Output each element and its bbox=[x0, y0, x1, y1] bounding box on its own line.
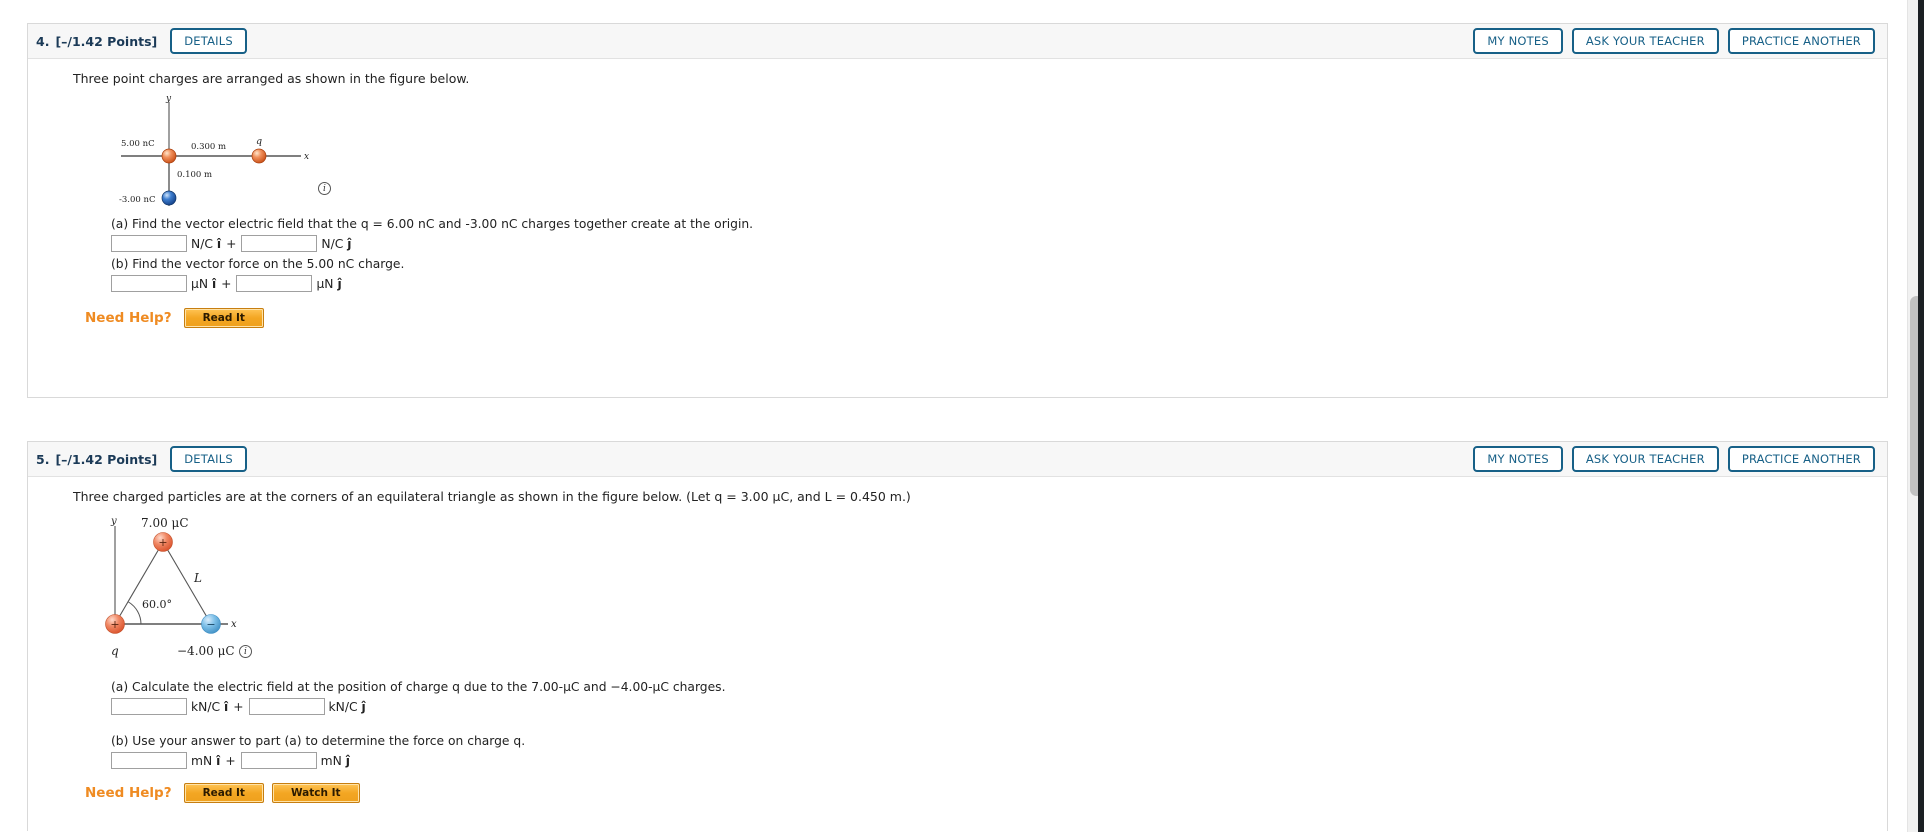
question-card-4: 4. [–/1.42 Points] DETAILS MY NOTES ASK … bbox=[27, 23, 1888, 398]
charge-neg3nC-marker bbox=[161, 190, 177, 206]
question-4-part-b: (b) Find the vector force on the 5.00 nC… bbox=[73, 256, 1887, 293]
question-5-part-a-unit-j: kN/C ĵ bbox=[328, 699, 366, 714]
question-4-part-a-answer-row: N/C î + N/C ĵ bbox=[73, 235, 1887, 253]
question-4-part-a-input-j[interactable] bbox=[241, 235, 318, 253]
question-5-part-a-label: (a) Calculate the electric field at the … bbox=[111, 679, 726, 694]
question-4-part-b-input-j[interactable] bbox=[236, 275, 313, 293]
question-4-part-b-unit-i: µN î bbox=[191, 276, 217, 291]
my-notes-button-5[interactable]: MY NOTES bbox=[1473, 445, 1563, 473]
question-4-part-a: (a) Find the vector electric field that … bbox=[73, 216, 1887, 253]
watch-it-button-5[interactable]: Watch It bbox=[271, 783, 360, 804]
charge-7uC-sign: + bbox=[158, 536, 167, 549]
question-4-part-b-plus: + bbox=[221, 276, 232, 291]
question-5-points: [–/1.42 Points] bbox=[55, 451, 158, 467]
three-point-charges-diagram: y x 5.00 nC q -3.00 nC 0.300 m 0.100 m bbox=[119, 94, 309, 206]
details-button-4[interactable]: DETAILS bbox=[170, 27, 247, 55]
question-4-part-b-label: (b) Find the vector force on the 5.00 nC… bbox=[111, 257, 405, 272]
question-5-part-a-unit-i: kN/C î bbox=[191, 699, 229, 714]
question-5-part-a-answer-row: kN/C î + kN/C ĵ bbox=[73, 698, 1887, 716]
question-5-part-a-input-i[interactable] bbox=[111, 698, 187, 716]
charge-neg4uC-label: −4.00 μC bbox=[177, 644, 235, 658]
question-5-part-a-plus: + bbox=[233, 699, 244, 714]
question-5-part-b-label: (b) Use your answer to part (a) to deter… bbox=[111, 734, 526, 749]
question-4-need-help-label: Need Help? bbox=[85, 310, 172, 327]
question-4-part-b-input-i[interactable] bbox=[111, 275, 187, 293]
question-4-figure: y x 5.00 nC q -3.00 nC 0.300 m 0.100 m i bbox=[73, 94, 1887, 214]
axis-y-label: y bbox=[165, 94, 172, 104]
charge-5nC-label: 5.00 nC bbox=[121, 139, 155, 149]
question-4-part-a-unit-i: N/C î bbox=[191, 236, 222, 251]
question-4-body: Three point charges are arranged as show… bbox=[28, 59, 1887, 329]
question-card-5: 5. [–/1.42 Points] DETAILS MY NOTES ASK … bbox=[27, 441, 1888, 831]
question-5-header-actions: MY NOTES ASK YOUR TEACHER PRACTICE ANOTH… bbox=[1473, 445, 1875, 473]
axis-y-label-5: y bbox=[110, 516, 117, 527]
ask-your-teacher-button-4[interactable]: ASK YOUR TEACHER bbox=[1571, 27, 1719, 55]
question-5-number: 5. bbox=[36, 451, 50, 467]
question-4-points: [–/1.42 Points] bbox=[55, 33, 158, 49]
figure-info-icon-5[interactable]: i bbox=[239, 644, 252, 658]
distance-0.100m-label: 0.100 m bbox=[177, 170, 212, 180]
question-5-part-b-answer-row: mN î + mN ĵ bbox=[73, 752, 1887, 770]
question-5-part-b-unit-i: mN î bbox=[191, 753, 221, 768]
read-it-button-5[interactable]: Read It bbox=[183, 783, 264, 804]
question-4-header-actions: MY NOTES ASK YOUR TEACHER PRACTICE ANOTH… bbox=[1473, 27, 1875, 55]
charge-q-label: q bbox=[256, 136, 262, 147]
question-5-need-help: Need Help? Read It Watch It bbox=[73, 783, 1887, 804]
side-L-label: L bbox=[193, 571, 202, 585]
question-4-part-a-input-i[interactable] bbox=[111, 235, 187, 253]
question-5-body: Three charged particles are at the corne… bbox=[28, 477, 1887, 804]
charge-neg4uC-sign: − bbox=[206, 618, 215, 631]
question-5-part-a-input-j[interactable] bbox=[248, 698, 325, 716]
question-5-part-b-input-i[interactable] bbox=[111, 752, 187, 770]
axis-x-label: x bbox=[304, 152, 309, 162]
question-5-prompt: Three charged particles are at the corne… bbox=[73, 489, 911, 504]
question-5-part-b-unit-j: mN ĵ bbox=[320, 753, 350, 768]
question-4-part-a-label: (a) Find the vector electric field that … bbox=[111, 216, 754, 231]
question-4-prompt: Three point charges are arranged as show… bbox=[73, 71, 470, 86]
question-4-number: 4. bbox=[36, 33, 50, 49]
question-5-part-b-input-j[interactable] bbox=[240, 752, 317, 770]
question-5-part-a: (a) Calculate the electric field at the … bbox=[73, 679, 1887, 716]
ask-your-teacher-button-5[interactable]: ASK YOUR TEACHER bbox=[1571, 445, 1719, 473]
practice-another-button-4[interactable]: PRACTICE ANOTHER bbox=[1727, 27, 1875, 55]
window-edge bbox=[1918, 0, 1924, 832]
figure-info-icon-4[interactable]: i bbox=[318, 181, 331, 195]
question-5-need-help-label: Need Help? bbox=[85, 785, 172, 802]
charge-5nC-marker bbox=[161, 148, 177, 164]
question-5-part-b: (b) Use your answer to part (a) to deter… bbox=[73, 733, 1887, 770]
question-5-header: 5. [–/1.42 Points] DETAILS MY NOTES ASK … bbox=[28, 442, 1887, 477]
question-4-header: 4. [–/1.42 Points] DETAILS MY NOTES ASK … bbox=[28, 24, 1887, 59]
question-4-part-b-answer-row: µN î + µN ĵ bbox=[73, 275, 1887, 293]
angle-60deg-label: 60.0° bbox=[142, 598, 172, 611]
question-4-part-a-plus: + bbox=[226, 236, 237, 251]
question-5-part-b-plus: + bbox=[225, 753, 236, 768]
read-it-button-4[interactable]: Read It bbox=[183, 308, 264, 329]
my-notes-button-4[interactable]: MY NOTES bbox=[1473, 27, 1563, 55]
question-4-part-b-unit-j: µN ĵ bbox=[316, 276, 342, 291]
question-5-figure: y x + + − 7.00 μC q −4.00 μC L 60.0° i bbox=[73, 512, 1887, 677]
practice-another-button-5[interactable]: PRACTICE ANOTHER bbox=[1727, 445, 1875, 473]
question-4-need-help: Need Help? Read It bbox=[73, 308, 1887, 329]
charge-q-sign: + bbox=[110, 618, 119, 631]
distance-0.300m-label: 0.300 m bbox=[191, 142, 226, 152]
charge-7uC-label: 7.00 μC bbox=[141, 516, 189, 530]
axis-x-label-5: x bbox=[231, 619, 237, 630]
page-scroll-region: 4. [–/1.42 Points] DETAILS MY NOTES ASK … bbox=[0, 0, 1907, 832]
charge-q-label-5: q bbox=[111, 644, 119, 658]
charge-neg3nC-label: -3.00 nC bbox=[119, 195, 155, 205]
charge-q-marker bbox=[251, 148, 267, 164]
question-4-part-a-unit-j: N/C ĵ bbox=[321, 236, 352, 251]
details-button-5[interactable]: DETAILS bbox=[170, 445, 247, 473]
